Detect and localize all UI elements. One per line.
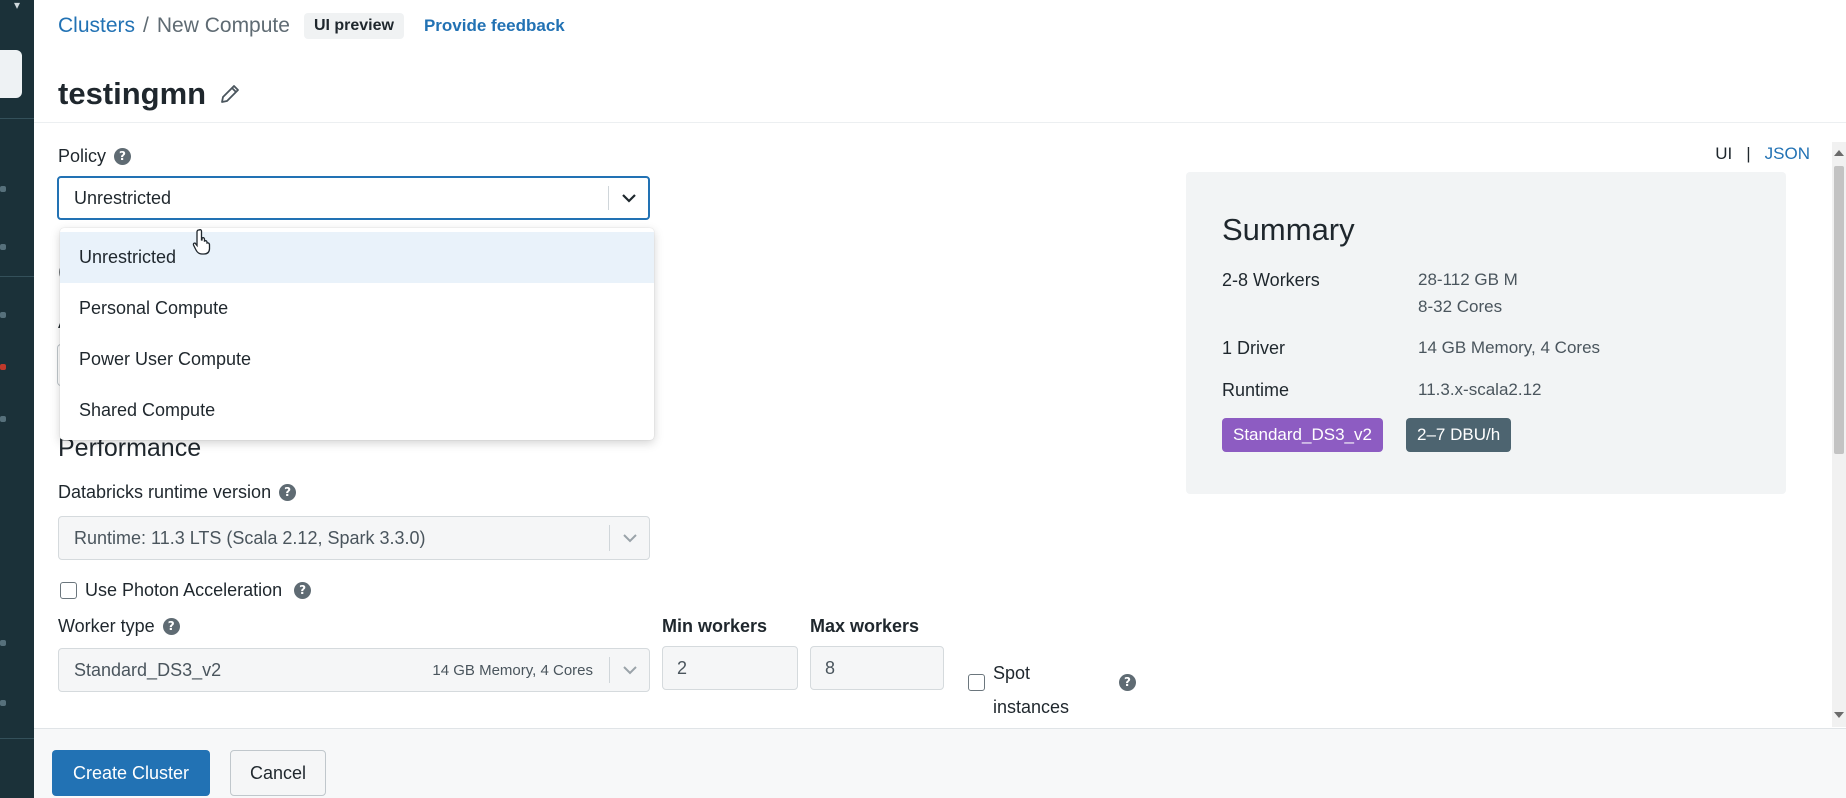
nav-item-icon[interactable] (0, 700, 6, 706)
worker-type-dropdown-toggle[interactable] (609, 657, 649, 683)
nav-divider (0, 276, 34, 277)
header-divider (34, 122, 1846, 123)
policy-dropdown-toggle[interactable] (608, 186, 648, 210)
chevron-down-icon (621, 194, 636, 203)
breadcrumb-clusters-link[interactable]: Clusters (58, 14, 135, 38)
summary-workers-label: 2-8 Workers (1222, 270, 1320, 290)
ui-preview-badge: UI preview (303, 13, 404, 39)
photon-label: Use Photon Acceleration (85, 580, 283, 600)
instance-type-tag: Standard_DS3_v2 (1222, 418, 1383, 452)
policy-option-power-user-compute[interactable]: Power User Compute (60, 334, 654, 385)
worker-type-select[interactable]: Standard_DS3_v2 14 GB Memory, 4 Cores (58, 648, 650, 692)
scroll-up-arrow-icon[interactable] (1834, 150, 1844, 156)
policy-label-text: Policy (58, 146, 107, 166)
nav-item-icon[interactable] (0, 244, 6, 250)
spot-label-line2: instances (993, 697, 1070, 717)
policy-select-value: Unrestricted (74, 187, 172, 208)
policy-option-shared-compute[interactable]: Shared Compute (60, 385, 654, 436)
runtime-label: Databricks runtime version ? (58, 482, 297, 503)
help-icon[interactable]: ? (114, 148, 132, 165)
spot-label-line1: Spot (993, 663, 1031, 683)
summary-runtime-value: 11.3.x-scala2.12 (1418, 380, 1542, 399)
create-cluster-button[interactable]: Create Cluster (52, 750, 210, 796)
max-workers-value: 8 (825, 657, 836, 678)
nav-item-icon[interactable] (0, 364, 6, 370)
summary-runtime-label: Runtime (1222, 380, 1290, 400)
pencil-icon[interactable] (218, 82, 242, 106)
page-title: testingmn (58, 76, 207, 111)
nav-item-icon[interactable] (0, 312, 6, 318)
view-toggle: UI | JSON (1715, 144, 1810, 164)
summary-workers-memory: 28-112 GB M (1418, 270, 1518, 289)
left-nav: ▾ (0, 0, 34, 798)
nav-menu-icon[interactable]: ▾ (0, 0, 34, 16)
max-workers-input[interactable]: 8 (810, 646, 944, 690)
worker-type-label-text: Worker type (58, 616, 155, 636)
max-workers-label: Max workers (810, 616, 920, 636)
runtime-version-value: Runtime: 11.3 LTS (Scala 2.12, Spark 3.3… (74, 527, 426, 548)
summary-card: Summary 2-8 Workers 28-112 GB M 8-32 Cor… (1186, 172, 1786, 494)
scrollbar-thumb[interactable] (1834, 166, 1844, 454)
policy-dropdown-menu: Unrestricted Personal Compute Power User… (60, 228, 654, 440)
runtime-label-text: Databricks runtime version (58, 482, 272, 502)
policy-option-personal-compute[interactable]: Personal Compute (60, 283, 654, 334)
help-icon[interactable]: ? (1119, 674, 1136, 691)
breadcrumb: Clusters / New Compute UI preview Provid… (58, 12, 565, 40)
chevron-down-icon (622, 666, 637, 675)
summary-title: Summary (1222, 212, 1355, 247)
nav-item-icon[interactable] (0, 186, 6, 192)
min-workers-value: 2 (677, 657, 688, 678)
worker-type-label: Worker type ? (58, 616, 180, 637)
spot-instances-checkbox[interactable] (968, 674, 985, 691)
json-view-toggle[interactable]: JSON (1765, 144, 1810, 164)
hand-cursor-icon (192, 229, 211, 255)
summary-driver-value: 14 GB Memory, 4 Cores (1418, 338, 1601, 357)
breadcrumb-separator: / (143, 14, 149, 37)
chevron-down-icon (622, 534, 637, 543)
cancel-button[interactable]: Cancel (230, 750, 326, 796)
runtime-dropdown-toggle[interactable] (609, 525, 649, 551)
summary-workers-value: 28-112 GB M 8-32 Cores (1418, 266, 1518, 320)
ui-view-toggle[interactable]: UI (1715, 144, 1732, 164)
min-workers-label: Min workers (662, 616, 768, 636)
title-row: testingmn (58, 76, 242, 112)
min-workers-input[interactable]: 2 (662, 646, 798, 690)
breadcrumb-current: New Compute (156, 14, 290, 37)
toggle-separator: | (1746, 144, 1751, 163)
help-icon[interactable]: ? (279, 484, 297, 501)
scroll-down-arrow-icon[interactable] (1834, 712, 1844, 718)
worker-type-value: Standard_DS3_v2 (74, 659, 222, 680)
help-icon[interactable]: ? (162, 618, 180, 635)
nav-item-icon[interactable] (0, 640, 6, 646)
runtime-version-select[interactable]: Runtime: 11.3 LTS (Scala 2.12, Spark 3.3… (58, 516, 650, 560)
policy-select[interactable]: Unrestricted (57, 176, 650, 220)
photon-checkbox[interactable] (60, 582, 77, 599)
nav-divider (0, 738, 34, 739)
spot-instances-label: Spot instances (993, 656, 1083, 724)
help-icon[interactable]: ? (294, 582, 312, 599)
nav-item-icon[interactable] (0, 416, 6, 422)
summary-driver-label: 1 Driver (1222, 338, 1286, 358)
policy-label: Policy ? (58, 146, 132, 167)
worker-type-meta: 14 GB Memory, 4 Cores (432, 661, 593, 679)
policy-option-unrestricted[interactable]: Unrestricted (60, 232, 654, 283)
summary-workers-cores: 8-32 Cores (1418, 297, 1503, 316)
photon-checkbox-row: Use Photon Acceleration ? (60, 580, 312, 601)
nav-divider (0, 118, 34, 119)
provide-feedback-link[interactable]: Provide feedback (424, 16, 565, 36)
spot-instances-row: Spot instances ? (968, 656, 1136, 724)
dbu-rate-tag: 2–7 DBU/h (1406, 418, 1512, 452)
nav-item-active[interactable] (0, 50, 22, 98)
